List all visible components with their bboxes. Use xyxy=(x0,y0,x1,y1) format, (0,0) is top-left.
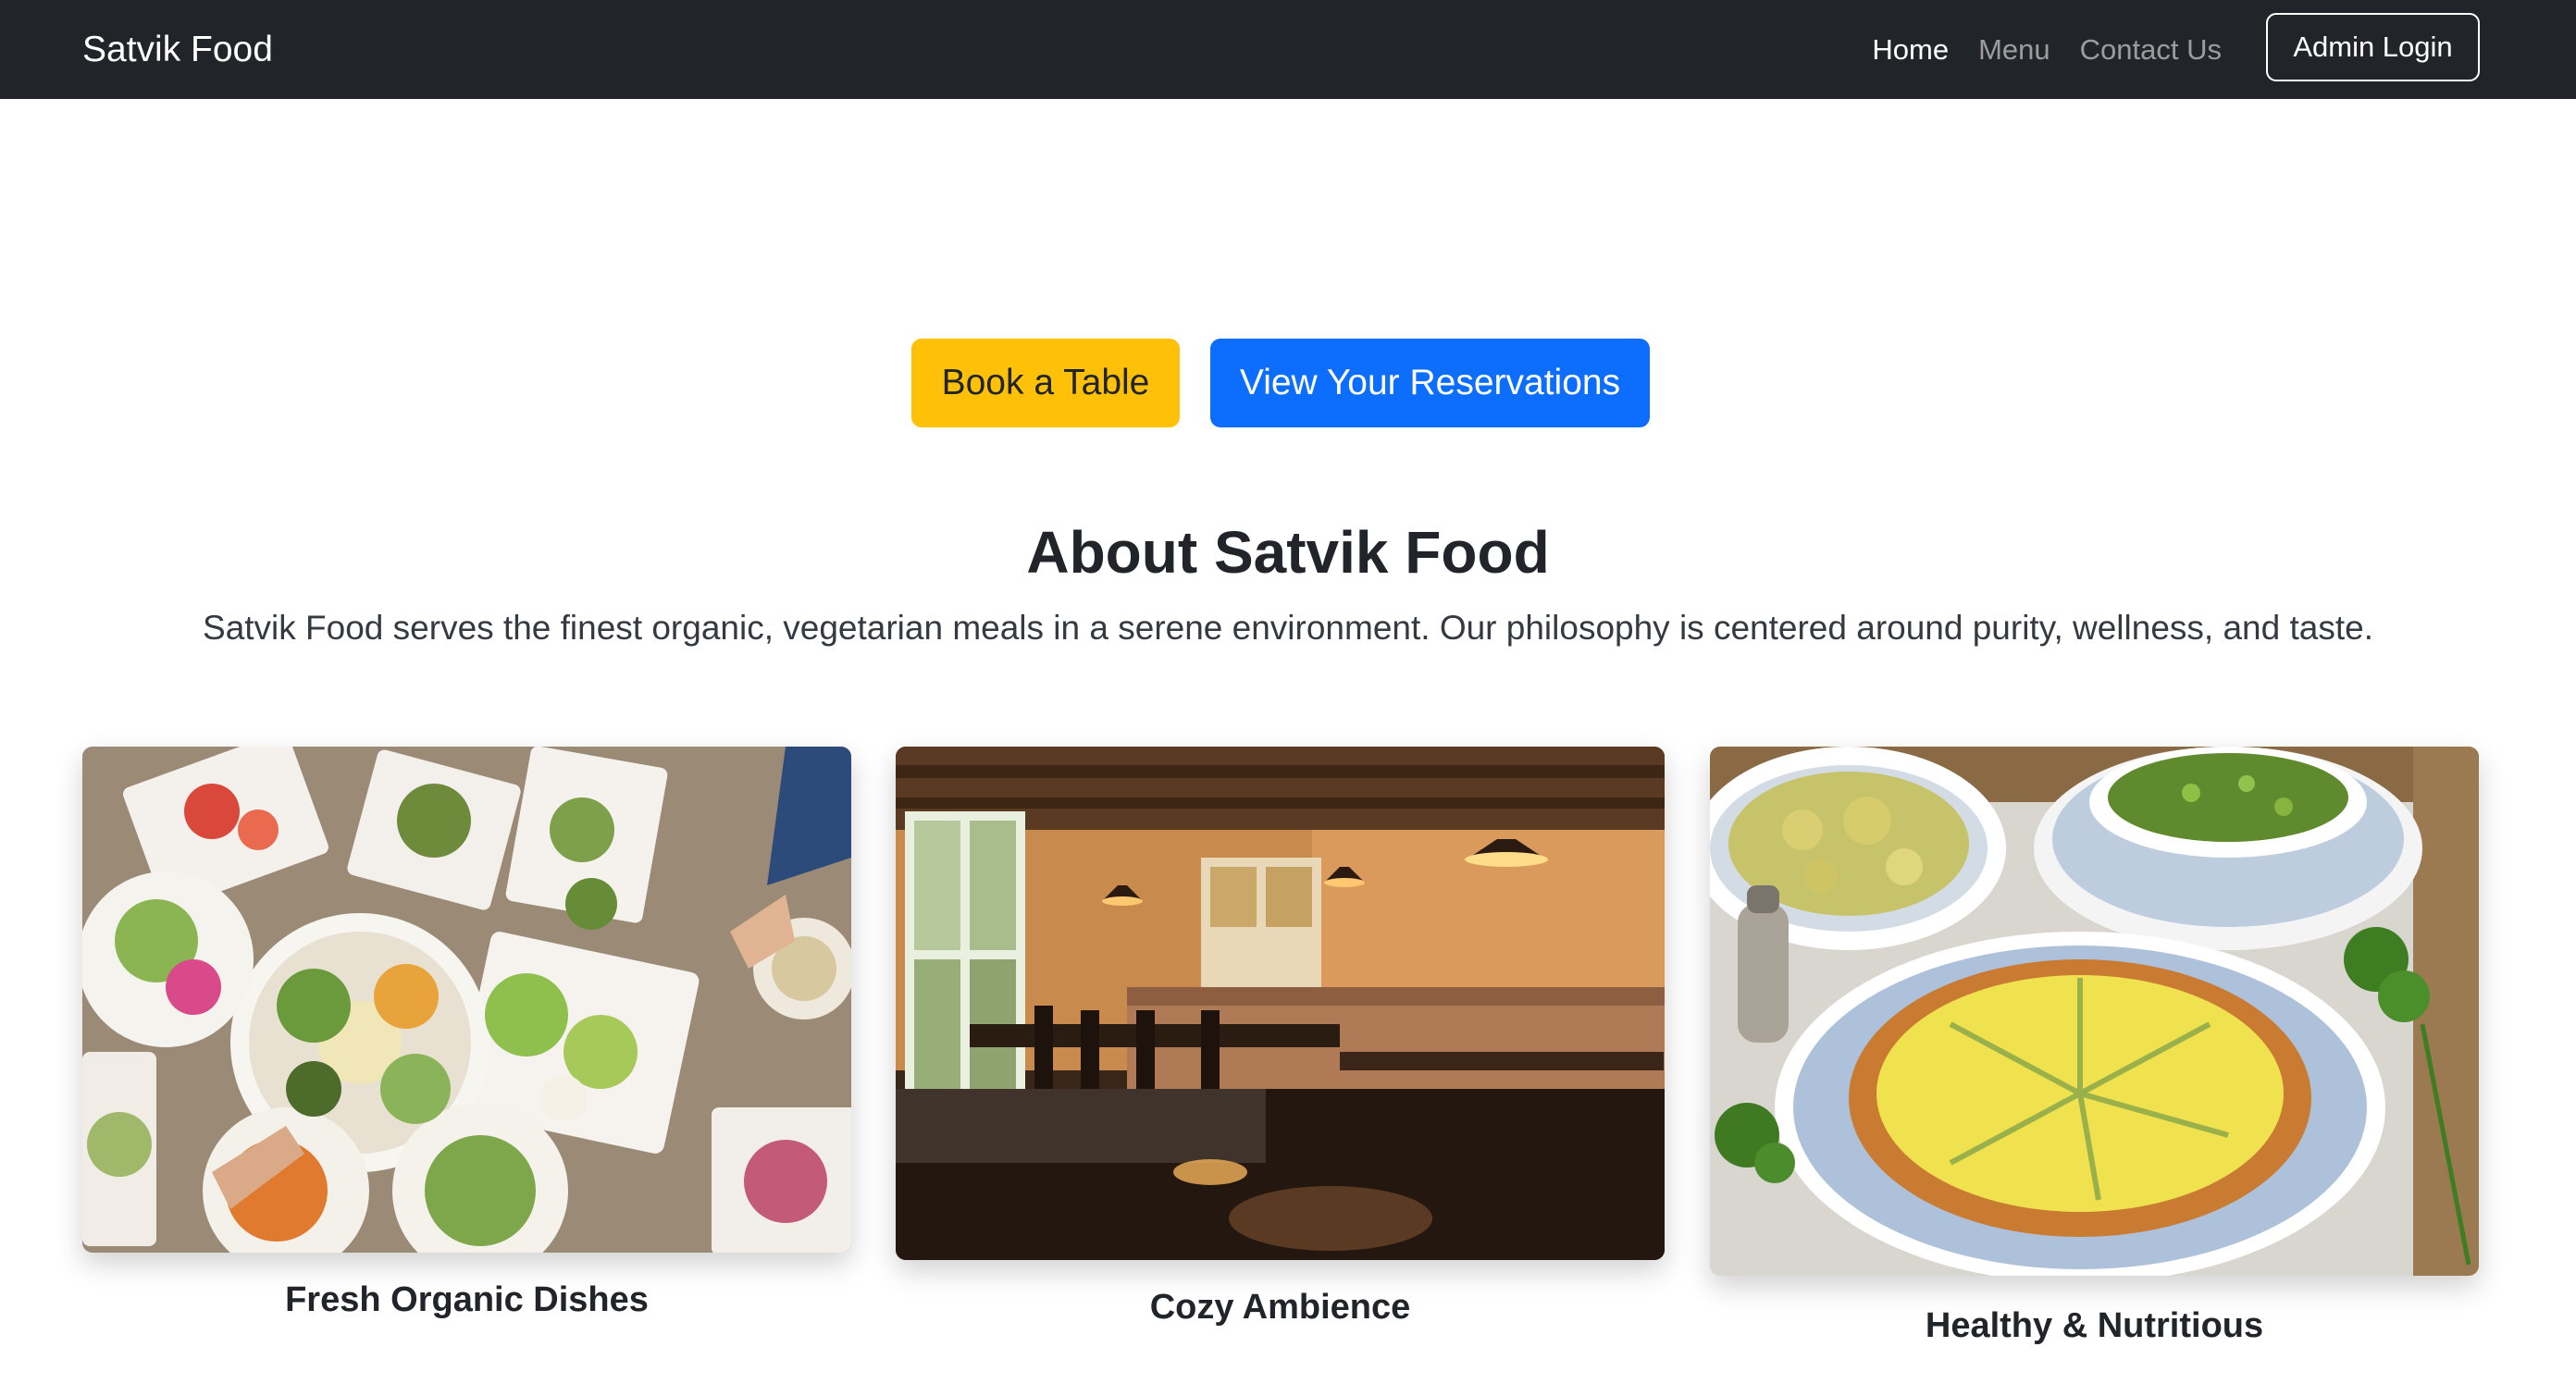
view-reservations-button[interactable]: View Your Reservations xyxy=(1210,339,1650,427)
nav-link-home[interactable]: Home xyxy=(1872,33,1949,67)
quiche-salads-image xyxy=(1710,747,2479,1276)
nav-link-contact[interactable]: Contact Us xyxy=(2080,33,2222,67)
organic-dishes-image xyxy=(82,747,851,1253)
book-table-button[interactable]: Book a Table xyxy=(911,339,1180,427)
feature-card-ambience: Cozy Ambience xyxy=(896,747,1665,1339)
nav-links: Home Menu Contact Us xyxy=(1872,0,2222,99)
card-caption-organic: Fresh Organic Dishes xyxy=(285,1280,649,1319)
about-title: About Satvik Food xyxy=(1026,519,1550,586)
feature-card-organic: Fresh Organic Dishes xyxy=(82,747,851,1329)
feature-card-healthy: Healthy & Nutritious xyxy=(1710,747,2479,1357)
brand-link[interactable]: Satvik Food xyxy=(82,0,273,99)
restaurant-interior-image xyxy=(896,747,1665,1260)
admin-login-button[interactable]: Admin Login xyxy=(2266,13,2480,81)
navbar: Satvik Food Home Menu Contact Us Admin L… xyxy=(0,0,2576,99)
nav-link-menu[interactable]: Menu xyxy=(1978,33,2050,67)
hero-actions: Book a Table View Your Reservations xyxy=(0,339,2576,427)
card-caption-ambience: Cozy Ambience xyxy=(1149,1288,1411,1327)
card-caption-healthy: Healthy & Nutritious xyxy=(1925,1306,2264,1345)
about-text: Satvik Food serves the finest organic, v… xyxy=(203,609,2373,647)
